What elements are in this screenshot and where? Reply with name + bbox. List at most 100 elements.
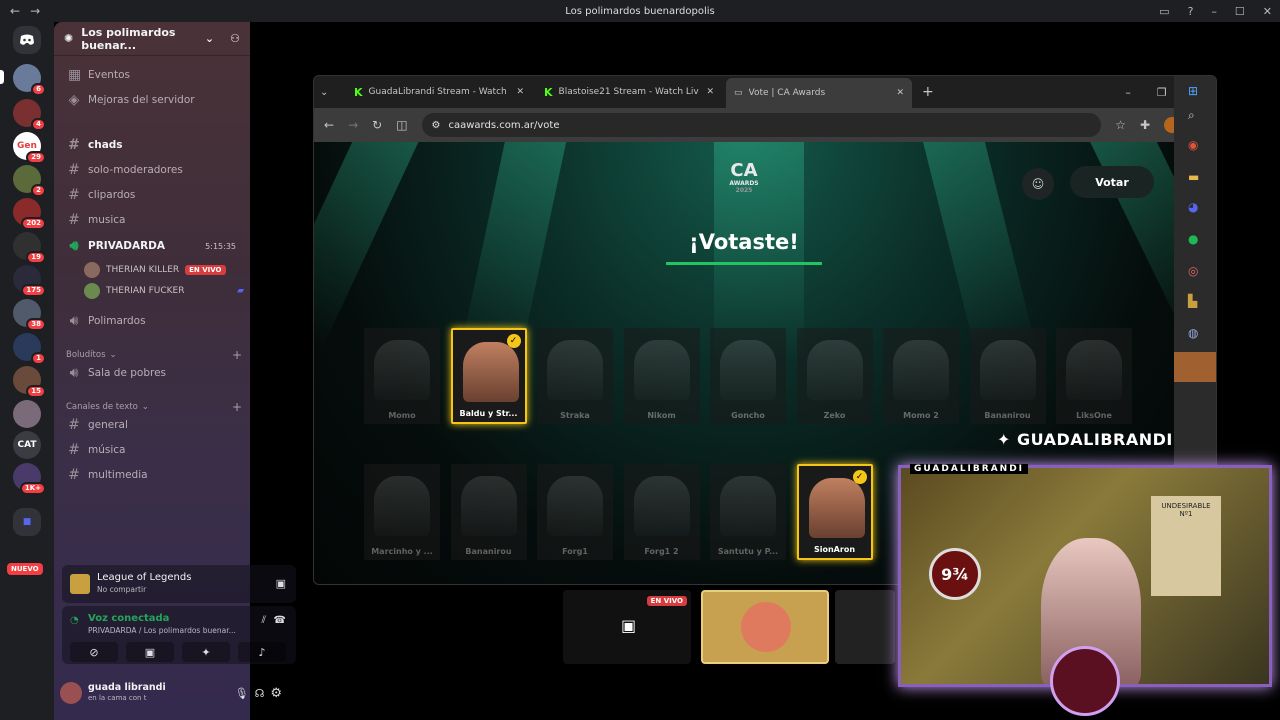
headphones-icon[interactable]: ☊	[255, 687, 265, 700]
forward-icon[interactable]: →	[348, 118, 358, 132]
server-icon[interactable]: 19	[13, 232, 46, 264]
events-item[interactable]: ▦ Eventos	[62, 64, 244, 86]
avatar[interactable]	[60, 682, 82, 704]
nominee-card[interactable]: Zeko	[796, 328, 873, 424]
channel-general[interactable]: # general	[62, 414, 244, 436]
server-icon[interactable]	[13, 400, 41, 428]
spotify-icon[interactable]: ●	[1188, 232, 1198, 246]
server-icon[interactable]: 6	[13, 64, 46, 96]
user-account-icon[interactable]: ☺	[1022, 168, 1054, 200]
discord-icon[interactable]: ◕	[1188, 200, 1198, 214]
discord-home-icon[interactable]	[13, 26, 41, 54]
minimize-button[interactable]: –	[1125, 86, 1131, 99]
back-arrow-icon[interactable]: ←	[10, 4, 20, 18]
nominee-card[interactable]: Momo 2	[883, 328, 959, 424]
tab-search-icon[interactable]: ⌄	[320, 87, 342, 98]
help-icon[interactable]: ?	[1188, 5, 1194, 18]
close-tab-icon[interactable]: ✕	[516, 87, 524, 97]
category-boluditos[interactable]: Boludítos ⌄ +	[66, 348, 242, 362]
nominee-card[interactable]: Straka	[537, 328, 613, 424]
obs-icon[interactable]: ◎	[1188, 264, 1198, 278]
nominee-card[interactable]: Santutu y P...	[710, 464, 786, 560]
nominee-card[interactable]: LiksOne	[1056, 328, 1132, 424]
voice-user-2[interactable]: THERIAN FUCKER ▰	[84, 281, 244, 301]
steam-icon[interactable]: ◍	[1188, 326, 1198, 340]
server-header[interactable]: ✺ Los polimardos buenar... ⌄ ⚇	[54, 22, 250, 56]
microphone-icon[interactable]: 🎙︎	[235, 687, 249, 700]
inbox-icon[interactable]: ▭	[1159, 5, 1169, 18]
url-field[interactable]: ⚙ caawards.com.ar/vote	[421, 113, 1102, 137]
channel-chads[interactable]: # chads	[62, 134, 244, 156]
ca-awards-logo[interactable]: CA AWARDS 2025	[709, 162, 779, 206]
soundboard-button[interactable]: ♪	[238, 642, 286, 662]
settings-gear-icon[interactable]: ⚙	[270, 686, 282, 701]
new-tab-button[interactable]: +	[922, 84, 934, 100]
server-icon[interactable]: 4	[13, 99, 46, 131]
nominee-card[interactable]: Forg1	[537, 464, 613, 560]
nominee-card[interactable]: Forg1 2	[623, 464, 700, 560]
close-tab-icon[interactable]: ✕	[896, 88, 904, 98]
nominee-card[interactable]: Bananirou	[969, 328, 1046, 424]
close-tab-icon[interactable]: ✕	[706, 87, 714, 97]
share-screen-button[interactable]: ▣	[126, 642, 174, 662]
nominee-card[interactable]: SionAron ✓	[796, 464, 873, 560]
nominee-card[interactable]: Baldu y Str... ✓	[450, 328, 527, 424]
server-icon[interactable]: 1	[13, 333, 46, 365]
voice-user-1[interactable]: THERIAN KILLER EN VIVO	[84, 260, 244, 280]
close-window-button[interactable]: ✕	[1263, 5, 1272, 18]
nominee-card[interactable]: Goncho	[710, 328, 786, 424]
server-icon[interactable]: 38	[13, 299, 46, 331]
bookmark-star-icon[interactable]: ☆	[1115, 118, 1126, 132]
nominee-card[interactable]: Marcinho y ...	[364, 464, 440, 560]
nominee-card[interactable]: Bananirou	[450, 464, 527, 560]
minimize-button[interactable]: –	[1211, 5, 1217, 18]
channel-multimedia[interactable]: # multimedia	[62, 464, 244, 486]
server-icon[interactable]: 1K+	[13, 463, 46, 495]
noise-suppression-icon[interactable]: ⫽	[262, 615, 266, 626]
server-icon[interactable]: 175	[13, 265, 46, 297]
stream-thumb-2[interactable]	[701, 590, 829, 664]
server-icon[interactable]: CAT	[13, 431, 41, 459]
sidepanel-icon[interactable]: ◫	[396, 118, 407, 132]
maximize-button[interactable]: ☐	[1235, 5, 1245, 18]
extensions-icon[interactable]: ✚	[1140, 118, 1150, 132]
channel-solo-moderadores[interactable]: # solo-moderadores	[62, 159, 244, 181]
back-icon[interactable]: ←	[324, 118, 334, 132]
voice-channel-sala[interactable]: 🔊︎ Sala de pobres	[62, 362, 244, 384]
boosts-item[interactable]: ◈ Mejoras del servidor	[62, 89, 244, 111]
voice-channel-polimardos[interactable]: 🔊︎ Polimardos	[62, 310, 244, 332]
active-app-highlight[interactable]	[1174, 352, 1216, 382]
activities-button[interactable]: ✦	[182, 642, 230, 662]
category-text-channels[interactable]: Canales de texto ⌄ +	[66, 400, 242, 414]
server-icon[interactable]: Gen 29	[13, 132, 46, 164]
channel-musica[interactable]: # musica	[62, 209, 244, 231]
channel-clipardos[interactable]: # clipardos	[62, 184, 244, 206]
nominee-card[interactable]: Momo	[364, 328, 440, 424]
tab-ca-awards[interactable]: ▭ Vote | CA Awards ✕	[726, 78, 912, 108]
activity-panel[interactable]: League of Legends No compartir ▣	[62, 565, 296, 603]
camera-off-button[interactable]: ⊘	[70, 642, 118, 662]
restore-button[interactable]: ❐	[1157, 86, 1167, 99]
channel-musica-2[interactable]: # música	[62, 439, 244, 461]
forward-arrow-icon[interactable]: →	[30, 4, 40, 18]
site-info-icon[interactable]: ⚙	[432, 120, 441, 131]
windows-icon[interactable]: ⊞	[1188, 84, 1198, 98]
screen-share-icon[interactable]: ▣	[276, 577, 286, 590]
add-channel-icon[interactable]: +	[232, 400, 242, 414]
server-icon[interactable]: 15	[13, 366, 46, 398]
stream-thumb-3[interactable]	[835, 590, 895, 664]
tab-guadalibrandi[interactable]: K GuadaLibrandi Stream - Watch ✕	[346, 79, 532, 105]
search-icon[interactable]: ⌕	[1188, 108, 1195, 123]
league-icon[interactable]: ▙	[1188, 294, 1197, 308]
votar-button[interactable]: Votar	[1070, 166, 1154, 198]
add-channel-icon[interactable]: +	[232, 348, 242, 362]
file-explorer-icon[interactable]: ▬	[1188, 170, 1199, 184]
chrome-icon[interactable]: ◉	[1188, 138, 1198, 152]
stream-thumb-1[interactable]: EN VIVO ▣	[563, 590, 691, 664]
reload-icon[interactable]: ↻	[372, 118, 382, 132]
server-icon[interactable]: 2	[13, 165, 46, 197]
disconnect-icon[interactable]: ☎	[274, 615, 286, 626]
voice-channel-privadarda[interactable]: 🔊︎ PRIVADARDA 5:15:35	[62, 235, 244, 257]
nominee-card[interactable]: Nikom	[623, 328, 700, 424]
folder-icon[interactable]: ■	[13, 508, 41, 536]
